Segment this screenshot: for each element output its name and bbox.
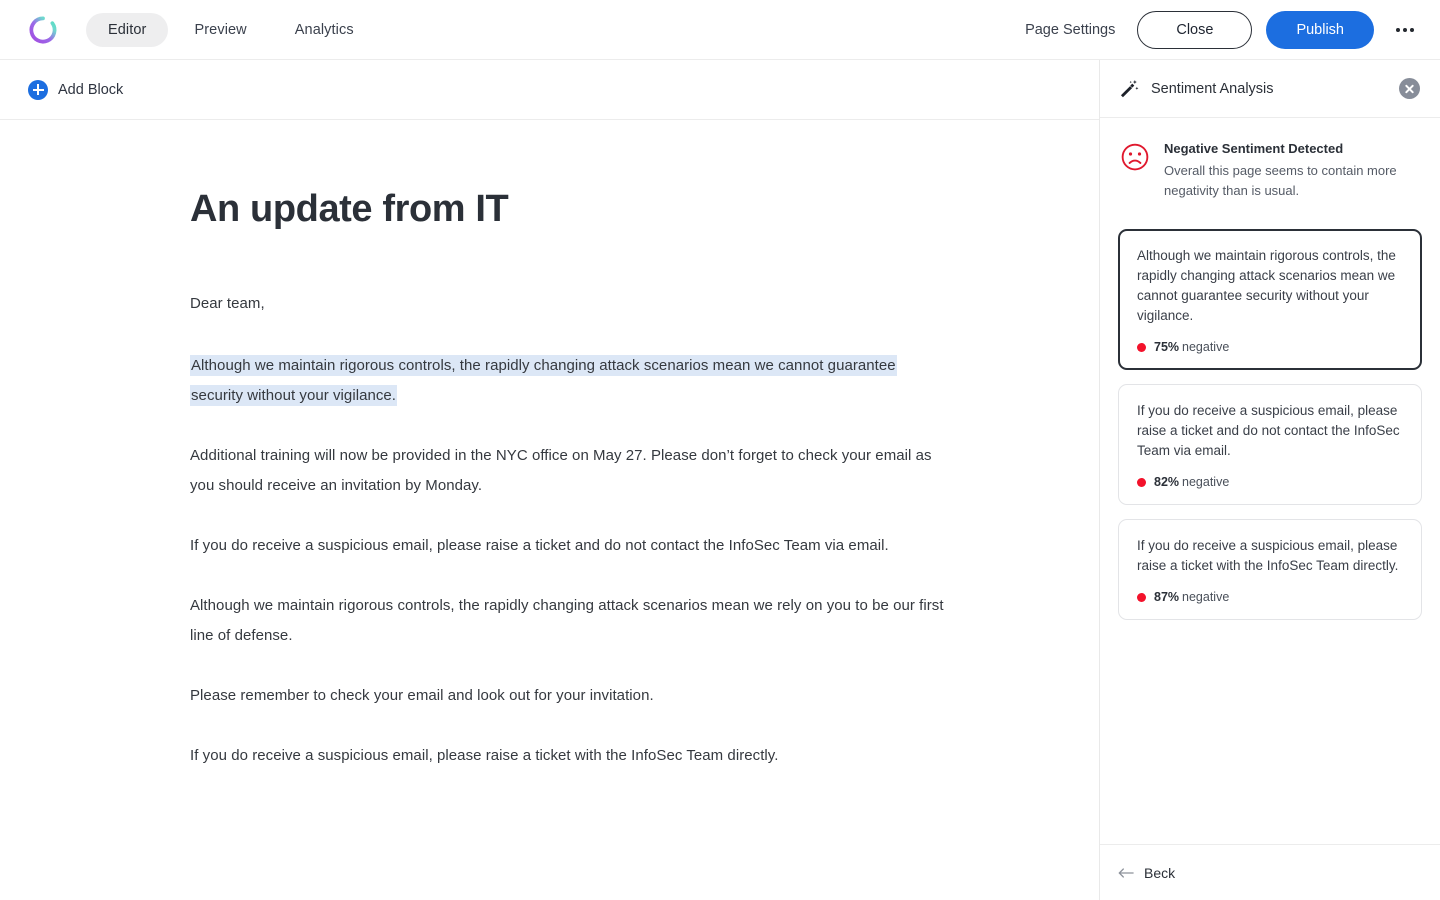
sentiment-label: negative — [1182, 475, 1229, 489]
sentiment-percent: 87% — [1154, 590, 1179, 604]
arrow-left-icon — [1118, 867, 1134, 879]
alert-description: Overall this page seems to contain more … — [1164, 161, 1422, 201]
sentiment-card-meta: 82% negative — [1137, 475, 1403, 489]
document-paragraph-highlighted[interactable]: Although we maintain rigorous controls, … — [190, 355, 897, 406]
sentiment-label: negative — [1182, 340, 1229, 354]
panel-body: Negative Sentiment Detected Overall this… — [1100, 118, 1440, 844]
panel-title: Sentiment Analysis — [1151, 81, 1274, 97]
sentiment-card[interactable]: Although we maintain rigorous controls, … — [1118, 229, 1422, 370]
more-dot — [1396, 28, 1400, 32]
close-button[interactable]: Close — [1137, 11, 1252, 49]
sentiment-card-text: If you do receive a suspicious email, pl… — [1137, 401, 1403, 461]
document-paragraph[interactable]: Dear team, — [190, 289, 950, 319]
publish-button[interactable]: Publish — [1266, 11, 1374, 49]
document-paragraph-highlighted-wrapper: Although we maintain rigorous controls, … — [190, 351, 950, 411]
add-block-label: Add Block — [58, 82, 123, 98]
page-title: An update from IT — [190, 188, 950, 231]
brand-ring-logo — [28, 15, 58, 45]
panel-header: Sentiment Analysis — [1100, 60, 1440, 118]
alert-title: Negative Sentiment Detected — [1164, 140, 1422, 158]
sentiment-card[interactable]: If you do receive a suspicious email, pl… — [1118, 384, 1422, 505]
more-dot — [1410, 28, 1414, 32]
sentiment-dot-icon — [1137, 593, 1146, 602]
sentiment-dot-icon — [1137, 343, 1146, 352]
document-canvas: An update from IT Dear team, Although we… — [0, 188, 1100, 771]
top-bar: Editor Preview Analytics Page Settings C… — [0, 0, 1440, 60]
document-paragraph[interactable]: Please remember to check your email and … — [190, 681, 950, 711]
sentiment-dot-icon — [1137, 478, 1146, 487]
sentiment-percent: 75% — [1154, 340, 1179, 354]
sentiment-card-meta: 75% negative — [1137, 340, 1403, 354]
document-paragraph[interactable]: If you do receive a suspicious email, pl… — [190, 741, 950, 771]
back-button-label: Beck — [1144, 865, 1175, 881]
plus-icon — [28, 80, 48, 100]
sentiment-card-meta: 87% negative — [1137, 590, 1403, 604]
magic-wand-icon — [1118, 78, 1140, 100]
panel-footer: Beck — [1100, 844, 1440, 900]
tab-preview[interactable]: Preview — [172, 13, 268, 47]
sentiment-analysis-panel: Sentiment Analysis Negative Sentiment De… — [1100, 60, 1440, 900]
tab-editor[interactable]: Editor — [86, 13, 168, 47]
sentiment-card[interactable]: If you do receive a suspicious email, pl… — [1118, 519, 1422, 620]
sentiment-card-text: If you do receive a suspicious email, pl… — [1137, 536, 1403, 576]
sentiment-percent: 82% — [1154, 475, 1179, 489]
more-options-icon[interactable] — [1390, 15, 1420, 45]
sentiment-card-list: Although we maintain rigorous controls, … — [1118, 229, 1422, 620]
editor-toolbar: Add Block — [0, 60, 1099, 120]
document-paragraph[interactable]: Although we maintain rigorous controls, … — [190, 591, 950, 651]
negative-sentiment-alert: Negative Sentiment Detected Overall this… — [1118, 140, 1422, 201]
page-settings-link[interactable]: Page Settings — [1025, 22, 1115, 38]
more-dot — [1403, 28, 1407, 32]
nav-tabs: Editor Preview Analytics — [86, 13, 376, 47]
top-bar-actions: Page Settings Close Publish — [1025, 11, 1440, 49]
document-paragraph[interactable]: Additional training will now be provided… — [190, 441, 950, 501]
sentiment-card-text: Although we maintain rigorous controls, … — [1137, 246, 1403, 326]
document-paragraph[interactable]: If you do receive a suspicious email, pl… — [190, 531, 950, 561]
editor-pane: Add Block An update from IT Dear team, A… — [0, 60, 1100, 900]
back-button[interactable]: Beck — [1118, 865, 1175, 881]
add-block-button[interactable]: Add Block — [28, 80, 123, 100]
sentiment-label: negative — [1182, 590, 1229, 604]
sad-face-icon — [1120, 142, 1150, 172]
tab-analytics[interactable]: Analytics — [273, 13, 376, 47]
close-icon[interactable] — [1399, 78, 1420, 99]
